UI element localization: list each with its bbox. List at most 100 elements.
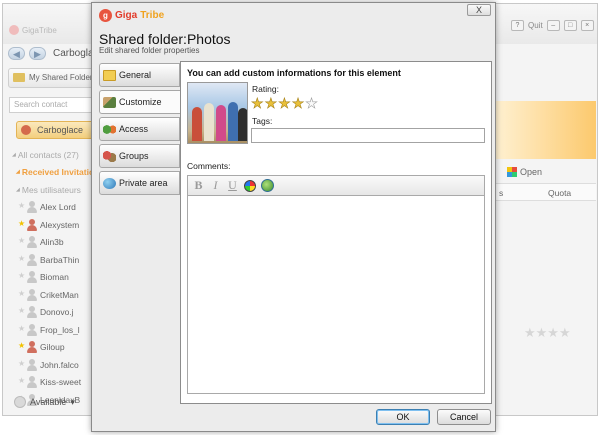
contact-item[interactable]: ★ John.falco bbox=[12, 356, 100, 374]
contact-group-item[interactable]: ◢ Mes utilisateurs bbox=[12, 181, 100, 199]
current-user-tab[interactable]: Carboglace bbox=[16, 121, 98, 139]
quit-button[interactable]: Quit bbox=[528, 21, 543, 30]
help-button[interactable]: ? bbox=[511, 20, 524, 31]
favorite-star-icon[interactable]: ★ bbox=[18, 306, 25, 315]
my-shared-folders-button[interactable]: My Shared Folders bbox=[8, 68, 96, 88]
status-selector[interactable]: Available ▾ bbox=[14, 396, 75, 408]
windows-icon bbox=[507, 167, 517, 177]
contact-item[interactable]: ★ Alexystem bbox=[12, 216, 100, 234]
comments-textarea[interactable] bbox=[187, 195, 485, 394]
access-icon bbox=[103, 123, 116, 135]
contact-item[interactable]: ★ Frop_los_l bbox=[12, 321, 100, 339]
contact-icons: ★ bbox=[12, 376, 40, 389]
favorite-star-icon[interactable]: ★ bbox=[18, 219, 25, 228]
star-icon[interactable]: ★ bbox=[264, 96, 277, 111]
emoticon-icon[interactable] bbox=[261, 179, 274, 192]
tab-private-area[interactable]: Private area bbox=[99, 171, 180, 195]
minimize-button[interactable]: – bbox=[546, 20, 560, 31]
tab-general[interactable]: General bbox=[99, 63, 180, 87]
expand-arrow-icon[interactable]: ◢ bbox=[12, 152, 16, 158]
right-rating: ★★★★ bbox=[524, 325, 571, 340]
current-user-label: Carboglace bbox=[37, 125, 84, 135]
underline-button[interactable]: U bbox=[225, 178, 240, 193]
dialog-logo: g Giga Tribe bbox=[99, 9, 164, 22]
favorite-star-icon[interactable]: ★ bbox=[18, 376, 25, 385]
comments-toolbar: B I U bbox=[187, 175, 485, 195]
column-quota[interactable]: Quota bbox=[548, 188, 571, 198]
tags-input[interactable] bbox=[251, 128, 485, 143]
my-shared-folders-label: My Shared Folders bbox=[29, 73, 96, 82]
close-button[interactable]: × bbox=[580, 20, 594, 31]
italic-button[interactable]: I bbox=[208, 178, 223, 193]
favorite-star-icon[interactable]: ★ bbox=[18, 289, 25, 298]
contact-label: All contacts (27) bbox=[17, 149, 79, 160]
maximize-button[interactable]: □ bbox=[563, 20, 577, 31]
tab-access[interactable]: Access bbox=[99, 117, 180, 141]
contact-item[interactable]: ★ Kiss-sweet bbox=[12, 374, 100, 392]
favorite-star-icon[interactable]: ★ bbox=[18, 254, 25, 263]
dialog-close-button[interactable]: X bbox=[467, 4, 491, 16]
ok-button[interactable]: OK bbox=[376, 409, 430, 425]
contact-label: BarbaThin bbox=[40, 254, 80, 265]
contact-list: ◢ All contacts (27) ◢ Received Invitation… bbox=[12, 146, 100, 409]
favorite-star-icon[interactable]: ★ bbox=[18, 271, 25, 280]
contact-label: Donovo.j bbox=[40, 307, 74, 318]
contact-icons: ★ bbox=[12, 358, 40, 371]
tab-customize[interactable]: Customize bbox=[99, 90, 182, 114]
tab-label: Private area bbox=[119, 178, 168, 188]
favorite-star-icon[interactable]: ★ bbox=[18, 201, 25, 210]
user-icon bbox=[27, 323, 37, 336]
received-invitations-item[interactable]: ◢ Received Invitations bbox=[12, 164, 100, 182]
user-icon bbox=[27, 201, 37, 214]
expand-arrow-icon[interactable]: ◢ bbox=[16, 187, 20, 193]
star-icon[interactable]: ★ bbox=[291, 96, 304, 111]
folder-thumbnail[interactable] bbox=[187, 82, 248, 144]
contact-icons: ★ bbox=[12, 236, 40, 249]
favorite-star-icon[interactable]: ★ bbox=[18, 359, 25, 368]
contact-item[interactable]: ★ BarbaThin bbox=[12, 251, 100, 269]
favorite-star-icon[interactable]: ★ bbox=[18, 341, 25, 350]
color-picker-icon[interactable] bbox=[244, 179, 256, 192]
star-icon[interactable]: ★ bbox=[251, 96, 264, 111]
contact-icons: ★ bbox=[12, 288, 40, 301]
open-label: Open bbox=[520, 167, 543, 177]
globe-icon bbox=[103, 177, 116, 189]
user-icon bbox=[27, 358, 37, 371]
contact-icons: ★ bbox=[12, 323, 40, 336]
user-icon bbox=[27, 288, 37, 301]
tags-label: Tags: bbox=[252, 116, 273, 126]
star-icon[interactable]: ★ bbox=[305, 96, 318, 111]
open-button[interactable]: Open bbox=[507, 167, 542, 177]
contact-item[interactable]: ★ Alin3b bbox=[12, 234, 100, 252]
bold-button[interactable]: B bbox=[191, 178, 206, 193]
dialog-tabs: General Customize Access Groups Private … bbox=[99, 63, 182, 198]
user-icon bbox=[27, 341, 37, 354]
rating-stars[interactable]: ★ ★ ★ ★ ★ bbox=[251, 96, 318, 111]
dialog-title: Shared folder:Photos bbox=[99, 31, 231, 47]
contact-item[interactable]: ★ CriketMan bbox=[12, 286, 100, 304]
tab-groups[interactable]: Groups bbox=[99, 144, 180, 168]
contact-label: Kiss-sweet bbox=[40, 377, 82, 388]
search-contact-input[interactable]: Search contact bbox=[9, 97, 95, 113]
photo-figure bbox=[204, 103, 214, 141]
star-icon[interactable]: ★ bbox=[278, 96, 291, 111]
forward-arrow-icon[interactable]: ▶ bbox=[29, 47, 46, 60]
expand-arrow-icon[interactable]: ◢ bbox=[16, 169, 20, 175]
contact-item[interactable]: ★ Donovo.j bbox=[12, 304, 100, 322]
tab-label: Groups bbox=[119, 151, 149, 161]
contact-label: Bioman bbox=[40, 272, 69, 283]
contact-item[interactable]: ★ Alex Lord bbox=[12, 199, 100, 217]
contact-icons: ★ bbox=[12, 253, 40, 266]
contact-label: Alexystem bbox=[40, 219, 80, 230]
contact-item[interactable]: ★ Giloup bbox=[12, 339, 100, 357]
shared-folder-icon bbox=[13, 73, 25, 82]
contact-group-item[interactable]: ◢ All contacts (27) bbox=[12, 146, 100, 164]
gigatribe-logo-icon bbox=[9, 25, 19, 35]
contact-item[interactable]: ★ Bioman bbox=[12, 269, 100, 287]
back-arrow-icon[interactable]: ◀ bbox=[8, 47, 25, 60]
photo-figure bbox=[228, 102, 238, 141]
cancel-button[interactable]: Cancel bbox=[437, 409, 491, 425]
favorite-star-icon[interactable]: ★ bbox=[18, 236, 25, 245]
user-icon bbox=[27, 376, 37, 389]
favorite-star-icon[interactable]: ★ bbox=[18, 324, 25, 333]
